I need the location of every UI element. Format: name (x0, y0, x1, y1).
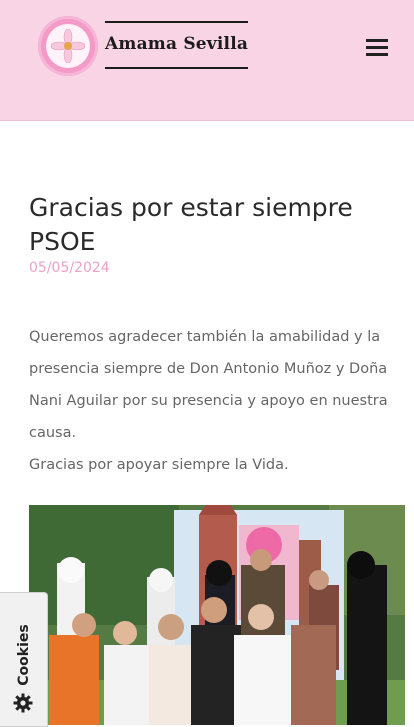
hamburger-menu-icon[interactable] (364, 36, 392, 58)
post-paragraph: Gracias por apoyar siempre la Vida. (29, 457, 289, 473)
post-title: Gracias por estar siempre PSOE (29, 192, 353, 256)
post-date[interactable]: 05/05/2024 (29, 260, 110, 276)
site-header: Amama Sevilla (0, 0, 414, 121)
post-paragraph: Queremos agradecer también la amabilidad… (29, 329, 388, 441)
brand-rule-bottom (105, 67, 248, 69)
site-brand[interactable]: Amama Sevilla (105, 34, 255, 54)
cookies-label: Cookies (16, 624, 32, 686)
post-image (29, 505, 405, 725)
logo[interactable] (38, 16, 98, 76)
cookies-button[interactable]: Cookies (0, 592, 48, 727)
post-content: Queremos agradecer también la amabilidad… (29, 321, 414, 481)
brand-rule-top (105, 21, 248, 23)
flower-icon (46, 24, 90, 68)
gear-icon (13, 693, 33, 717)
